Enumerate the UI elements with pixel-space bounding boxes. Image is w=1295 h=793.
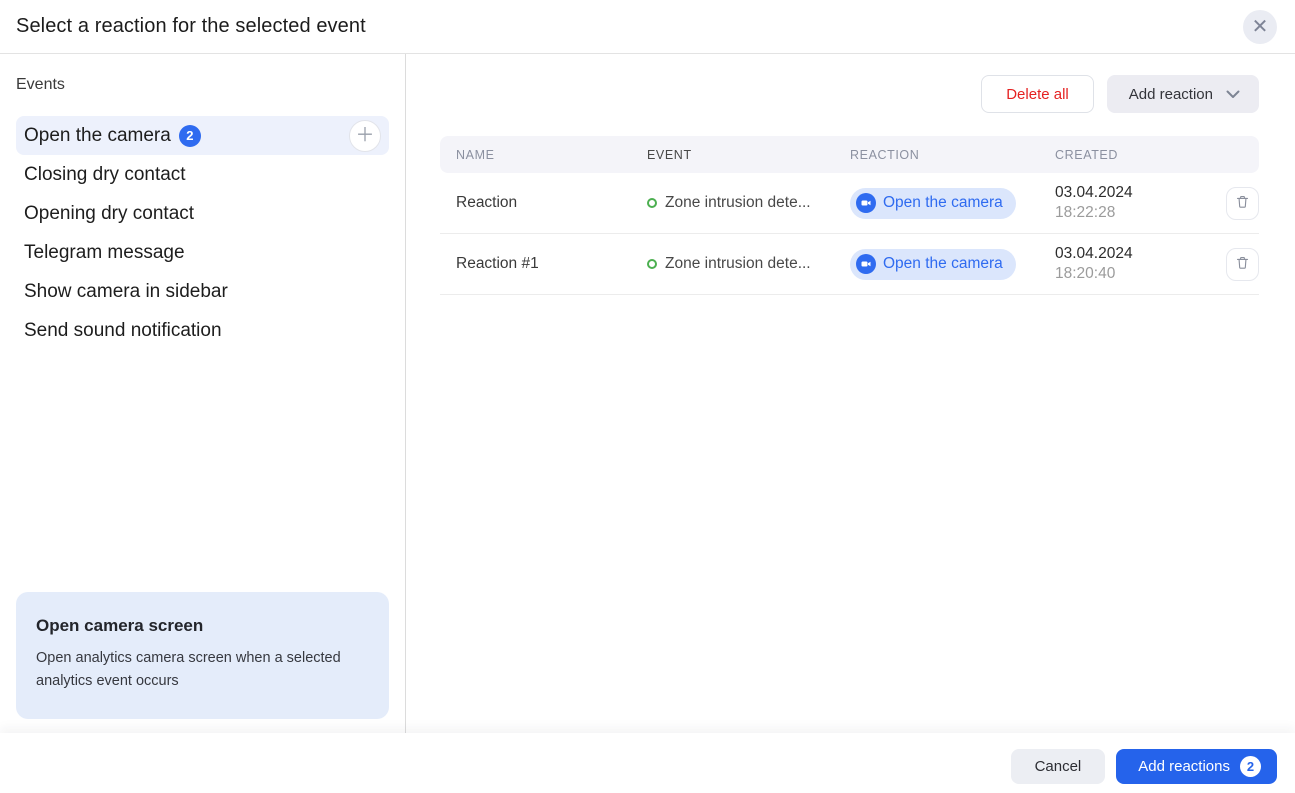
sidebar-item-show-camera-in-sidebar[interactable]: Show camera in sidebar bbox=[16, 272, 389, 311]
camera-icon bbox=[856, 193, 876, 213]
event-list: Open the camera 2 ＋ Closing dry contact … bbox=[16, 116, 389, 350]
chevron-down-icon bbox=[1225, 86, 1241, 102]
reactions-table: NAME EVENT REACTION CREATED Reaction Zon… bbox=[440, 136, 1259, 295]
reaction-event: Zone intrusion dete... bbox=[665, 255, 811, 273]
trash-icon bbox=[1235, 194, 1250, 212]
info-box-title: Open camera screen bbox=[36, 616, 369, 636]
reaction-event-cell: Zone intrusion dete... bbox=[647, 255, 850, 273]
add-reactions-label: Add reactions bbox=[1138, 758, 1230, 775]
created-time: 18:20:40 bbox=[1055, 264, 1211, 284]
dialog-header: Select a reaction for the selected event… bbox=[0, 0, 1295, 54]
created-time: 18:22:28 bbox=[1055, 203, 1211, 223]
plus-icon: ＋ bbox=[355, 126, 374, 145]
events-sidebar: Events Open the camera 2 ＋ Closing dry c… bbox=[0, 54, 406, 733]
table-row: Reaction #1 Zone intrusion dete... Open … bbox=[440, 234, 1259, 295]
camera-icon bbox=[856, 254, 876, 274]
reaction-pill: Open the camera bbox=[850, 249, 1016, 280]
row-actions bbox=[1211, 187, 1259, 220]
delete-all-button[interactable]: Delete all bbox=[981, 75, 1094, 113]
reactions-toolbar: Delete all Add reaction bbox=[440, 75, 1259, 113]
created-date: 03.04.2024 bbox=[1055, 244, 1211, 264]
cancel-button[interactable]: Cancel bbox=[1011, 749, 1106, 784]
sidebar-item-send-sound-notification[interactable]: Send sound notification bbox=[16, 311, 389, 350]
dialog-body: Events Open the camera 2 ＋ Closing dry c… bbox=[0, 54, 1295, 733]
info-box-description: Open analytics camera screen when a sele… bbox=[36, 647, 369, 693]
reaction-event-cell: Zone intrusion dete... bbox=[647, 194, 850, 212]
dialog-title: Select a reaction for the selected event bbox=[16, 15, 366, 38]
trash-icon bbox=[1235, 255, 1250, 273]
event-status-icon bbox=[647, 259, 657, 269]
event-label: Telegram message bbox=[24, 242, 185, 264]
column-header-created: CREATED bbox=[1055, 148, 1211, 162]
row-actions bbox=[1211, 248, 1259, 281]
column-header-reaction: REACTION bbox=[850, 148, 1055, 162]
reaction-type-cell: Open the camera bbox=[850, 188, 1055, 219]
event-label: Open the camera bbox=[24, 125, 171, 147]
reaction-event: Zone intrusion dete... bbox=[665, 194, 811, 212]
table-header-row: NAME EVENT REACTION CREATED bbox=[440, 136, 1259, 173]
event-label: Show camera in sidebar bbox=[24, 281, 228, 303]
event-info-box: Open camera screen Open analytics camera… bbox=[16, 592, 389, 719]
reaction-pill-label: Open the camera bbox=[883, 255, 1003, 273]
sidebar-item-open-the-camera[interactable]: Open the camera 2 ＋ bbox=[16, 116, 389, 155]
reaction-name: Reaction #1 bbox=[440, 255, 647, 273]
event-status-icon bbox=[647, 198, 657, 208]
reaction-pill-label: Open the camera bbox=[883, 194, 1003, 212]
delete-reaction-button[interactable] bbox=[1226, 248, 1259, 281]
add-reaction-dropdown-button[interactable]: Add reaction bbox=[1107, 75, 1259, 113]
sidebar-item-closing-dry-contact[interactable]: Closing dry contact bbox=[16, 155, 389, 194]
table-row: Reaction Zone intrusion dete... Open the… bbox=[440, 173, 1259, 234]
event-label: Closing dry contact bbox=[24, 164, 186, 186]
sidebar-item-telegram-message[interactable]: Telegram message bbox=[16, 233, 389, 272]
reaction-pill: Open the camera bbox=[850, 188, 1016, 219]
close-button[interactable]: ✕ bbox=[1243, 10, 1277, 44]
close-icon: ✕ bbox=[1252, 17, 1269, 37]
column-header-name: NAME bbox=[440, 148, 647, 162]
sidebar-item-opening-dry-contact[interactable]: Opening dry contact bbox=[16, 194, 389, 233]
reaction-type-cell: Open the camera bbox=[850, 249, 1055, 280]
event-count-badge: 2 bbox=[179, 125, 201, 147]
column-header-event: EVENT bbox=[647, 148, 850, 162]
reaction-name: Reaction bbox=[440, 194, 647, 212]
reaction-created-cell: 03.04.2024 18:22:28 bbox=[1055, 183, 1211, 223]
select-reaction-dialog: Select a reaction for the selected event… bbox=[0, 0, 1295, 793]
reactions-panel: Delete all Add reaction NAME EVENT REACT… bbox=[406, 54, 1295, 733]
add-reaction-label: Add reaction bbox=[1129, 86, 1213, 103]
add-event-reaction-button[interactable]: ＋ bbox=[349, 120, 381, 152]
add-reactions-count-badge: 2 bbox=[1240, 756, 1261, 777]
reaction-created-cell: 03.04.2024 18:20:40 bbox=[1055, 244, 1211, 284]
created-date: 03.04.2024 bbox=[1055, 183, 1211, 203]
events-heading: Events bbox=[16, 76, 389, 94]
delete-reaction-button[interactable] bbox=[1226, 187, 1259, 220]
add-reactions-submit-button[interactable]: Add reactions 2 bbox=[1116, 749, 1277, 784]
dialog-footer: Cancel Add reactions 2 bbox=[0, 733, 1295, 793]
event-label: Send sound notification bbox=[24, 320, 222, 342]
event-label: Opening dry contact bbox=[24, 203, 194, 225]
